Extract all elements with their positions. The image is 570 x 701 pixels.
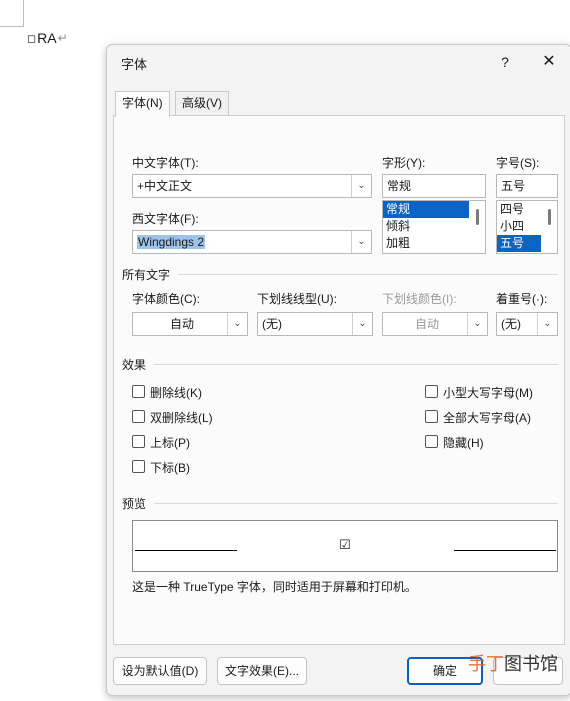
emphasis-mark-value: (无) [501, 317, 521, 331]
emphasis-mark-label: 着重号(·): [496, 292, 548, 306]
preview-section-title: 预览 [122, 497, 147, 511]
section-divider [178, 274, 558, 275]
document-text-line: ◻ RA ​ ↵ [27, 30, 68, 46]
dialog-title: 字体 [121, 57, 148, 72]
font-size-option[interactable]: 五号 [497, 235, 541, 252]
preview-baseline-left [135, 550, 237, 551]
chevron-down-icon: ⌄ [467, 313, 487, 335]
chevron-down-icon[interactable]: ⌄ [352, 313, 372, 335]
double-strikethrough-label: 双删除线(L) [150, 411, 213, 425]
font-style-label: 字形(Y): [382, 156, 426, 170]
font-style-option[interactable]: 加粗 [383, 235, 469, 252]
font-size-label: 字号(S): [496, 156, 540, 170]
font-dialog: 字体 ? ✕ 字体(N) 高级(V) 中文字体(T): 字形(Y): 字号(S)… [106, 44, 570, 696]
preview-box: ☑ [132, 520, 558, 572]
underline-color-value: 自动 [414, 317, 439, 331]
font-size-list[interactable]: 四号 小四 五号 [496, 200, 558, 254]
superscript-checkbox[interactable] [132, 435, 145, 448]
font-color-label: 字体颜色(C): [132, 292, 200, 306]
help-button[interactable]: ? [495, 51, 515, 73]
section-divider [154, 503, 558, 504]
page-corner-mark [23, 0, 24, 26]
font-style-input[interactable]: 常规 [382, 174, 486, 198]
scrollbar-thumb[interactable] [476, 209, 479, 225]
underline-style-combo[interactable]: (无) ⌄ [257, 312, 373, 336]
strikethrough-checkbox[interactable] [132, 385, 145, 398]
all-caps-label: 全部大写字母(A) [443, 411, 531, 425]
set-default-button[interactable]: 设为默认值(D) [113, 657, 207, 685]
preview-baseline-right [454, 550, 556, 551]
underline-style-value: (无) [262, 317, 282, 331]
superscript-label: 上标(P) [150, 436, 190, 450]
emphasis-mark-combo[interactable]: (无) ⌄ [496, 312, 558, 336]
chinese-font-value: +中文正文 [137, 179, 193, 193]
chevron-down-icon[interactable]: ⌄ [537, 313, 557, 335]
scrollbar-thumb[interactable] [548, 209, 551, 225]
font-size-input[interactable]: 五号 [496, 174, 558, 198]
hidden-label: 隐藏(H) [443, 436, 484, 450]
effects-section-title: 效果 [122, 358, 147, 372]
font-style-option[interactable]: 常规 [383, 201, 469, 218]
subscript-label: 下标(B) [150, 461, 190, 475]
font-color-value: 自动 [169, 317, 194, 331]
tab-font[interactable]: 字体(N) [115, 91, 170, 117]
all-text-section-title: 所有文字 [122, 268, 171, 282]
hidden-checkbox[interactable] [425, 435, 438, 448]
watermark-part-2: 图书馆 [504, 654, 558, 674]
chinese-font-combo[interactable]: +中文正文 ⌄ [132, 174, 372, 198]
square-glyph-icon: ◻ [27, 32, 37, 45]
font-style-list[interactable]: 常规 倾斜 加粗 [382, 200, 486, 254]
font-color-combo[interactable]: 自动 ⌄ [132, 312, 248, 336]
underline-color-combo: 自动 ⌄ [382, 312, 488, 336]
subscript-checkbox[interactable] [132, 460, 145, 473]
strikethrough-label: 删除线(K) [150, 386, 202, 400]
document-text: RA [37, 30, 57, 46]
paragraph-mark-icon: ↵ [57, 31, 68, 45]
text-effects-button[interactable]: 文字效果(E)... [217, 657, 307, 685]
western-font-combo[interactable]: Wingdings 2 ⌄ [132, 230, 372, 254]
small-caps-label: 小型大写字母(M) [443, 386, 533, 400]
section-divider [154, 364, 558, 365]
font-size-option[interactable]: 小四 [497, 218, 541, 235]
close-button[interactable]: ✕ [537, 51, 561, 73]
small-caps-checkbox[interactable] [425, 385, 438, 398]
tab-advanced[interactable]: 高级(V) [175, 91, 229, 115]
watermark-part-1: 手丁 [468, 654, 504, 674]
western-font-value: Wingdings 2 [137, 235, 206, 249]
all-caps-checkbox[interactable] [425, 410, 438, 423]
underline-style-label: 下划线线型(U): [257, 292, 337, 306]
chevron-down-icon[interactable]: ⌄ [351, 231, 371, 253]
double-strikethrough-checkbox[interactable] [132, 410, 145, 423]
checkbox-checked-icon: ☑ [339, 537, 351, 552]
underline-color-label: 下划线颜色(I): [382, 292, 457, 306]
font-size-option[interactable]: 四号 [497, 201, 541, 218]
chevron-down-icon[interactable]: ⌄ [351, 175, 371, 197]
chevron-down-icon[interactable]: ⌄ [227, 313, 247, 335]
tab-panel-font: 中文字体(T): 字形(Y): 字号(S): +中文正文 ⌄ 常规 常规 倾斜 … [113, 115, 565, 645]
site-watermark: 手丁图书馆 [468, 650, 558, 676]
page-corner-mark-h [0, 26, 24, 27]
preview-note: 这是一种 TrueType 字体，同时适用于屏幕和打印机。 [132, 580, 417, 594]
chinese-font-label: 中文字体(T): [132, 156, 199, 170]
western-font-label: 西文字体(F): [132, 212, 199, 226]
font-style-option[interactable]: 倾斜 [383, 218, 469, 235]
